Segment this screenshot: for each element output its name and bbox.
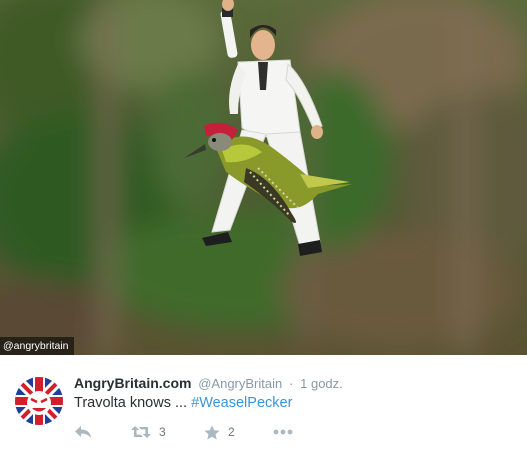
tweet-header: AngryBritain.com @AngryBritain · 1 godz. bbox=[74, 375, 343, 391]
tweet-actions: 3 2 bbox=[74, 422, 334, 442]
photo-watermark: @angrybritain bbox=[0, 337, 74, 355]
tweet-text-body: Travolta knows ... bbox=[74, 395, 192, 411]
header-separator: · bbox=[289, 376, 294, 391]
retweet-button[interactable]: 3 bbox=[131, 422, 166, 442]
more-button[interactable] bbox=[273, 422, 293, 442]
account-handle[interactable]: @AngryBritain bbox=[198, 376, 282, 391]
avatar[interactable] bbox=[15, 377, 63, 425]
retweet-count: 3 bbox=[159, 425, 166, 439]
account-fullname[interactable]: AngryBritain.com bbox=[74, 375, 191, 391]
reply-button[interactable] bbox=[74, 422, 92, 442]
favorite-count: 2 bbox=[228, 425, 235, 439]
tweet-timestamp[interactable]: 1 godz. bbox=[300, 376, 343, 391]
union-jack-avatar-icon bbox=[15, 377, 63, 425]
tweet-text: Travolta knows ... #WeaselPecker bbox=[74, 395, 292, 411]
favorite-button[interactable]: 2 bbox=[204, 422, 235, 442]
more-dots-icon bbox=[273, 429, 293, 435]
reply-icon bbox=[75, 426, 91, 438]
retweet-icon bbox=[131, 426, 151, 438]
tweet-photo[interactable]: @angrybritain bbox=[0, 0, 527, 355]
photo-scene bbox=[0, 0, 527, 355]
star-icon bbox=[204, 425, 220, 439]
tweet-card: AngryBritain.com @AngryBritain · 1 godz.… bbox=[0, 355, 527, 455]
hashtag-link[interactable]: #WeaselPecker bbox=[191, 395, 292, 411]
